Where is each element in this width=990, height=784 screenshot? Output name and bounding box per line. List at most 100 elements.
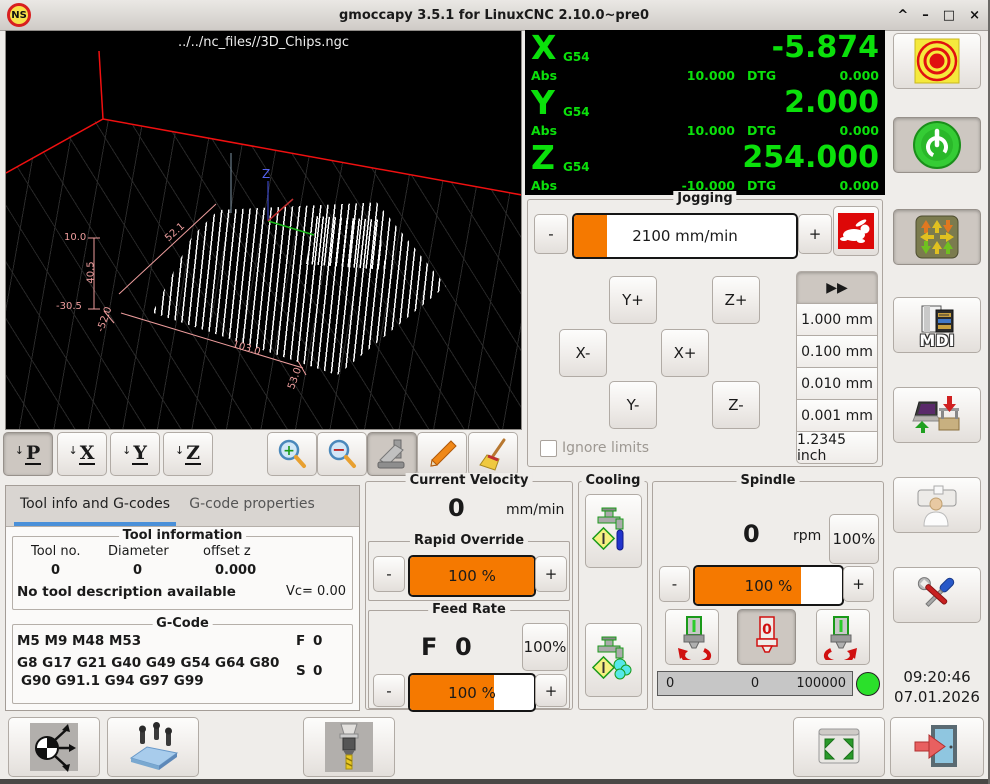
pencil-icon bbox=[424, 436, 460, 472]
velocity-unit: mm/min bbox=[506, 502, 564, 518]
tool-description: No tool description available bbox=[17, 584, 236, 600]
edit-gcode-button[interactable] bbox=[417, 432, 467, 476]
view-y-button[interactable]: ↓ Y bbox=[110, 432, 160, 476]
info-notebook: Tool info and G-codes G-code properties … bbox=[5, 485, 360, 711]
minimize-button[interactable]: – bbox=[922, 8, 929, 23]
jog-speed-plus-button[interactable]: + bbox=[798, 214, 832, 254]
jog-y-minus-button[interactable]: Y- bbox=[609, 381, 657, 429]
turbo-jog-button[interactable] bbox=[833, 206, 879, 256]
tool-change-button[interactable] bbox=[303, 717, 395, 777]
spindle-ccw-button[interactable] bbox=[665, 609, 719, 665]
auto-mode-button[interactable] bbox=[893, 387, 981, 443]
val-offset-z: 0.000 bbox=[215, 563, 256, 578]
view-z-button[interactable]: ↓ Z bbox=[163, 432, 213, 476]
fullscreen-button[interactable] bbox=[793, 717, 885, 777]
rapid-override-value: 100 % bbox=[410, 557, 534, 595]
dim-z-top: 10.0 bbox=[64, 232, 86, 243]
emergency-stop-icon bbox=[913, 37, 961, 85]
dro-panel[interactable]: X G54 -5.874 Abs 10.000 DTG 0.000 Y G54 … bbox=[525, 30, 885, 195]
f-word-value: 0 bbox=[313, 633, 322, 649]
ignore-limits-label: Ignore limits bbox=[562, 440, 649, 456]
close-button[interactable]: × bbox=[969, 8, 980, 23]
feed-f-label: F bbox=[421, 633, 437, 661]
rabbit-icon bbox=[837, 212, 875, 250]
zoom-in-button[interactable]: + bbox=[267, 432, 317, 476]
tab-gcode-properties[interactable]: G-code properties bbox=[184, 486, 320, 522]
gmoccapy-window: NS gmoccapy 3.5.1 for LinuxCNC 2.10.0~pr… bbox=[0, 0, 990, 784]
dtg-value-x: 0.000 bbox=[839, 68, 879, 83]
jog-x-minus-button[interactable]: X- bbox=[559, 329, 607, 377]
jog-increment-continuous-button[interactable]: ▶▶ bbox=[796, 271, 878, 304]
jog-increment-001mm-button[interactable]: 0.010 mm bbox=[796, 367, 878, 400]
dim-z-bottom: -30.5 bbox=[56, 301, 82, 312]
spindle-stop-button[interactable]: 0 bbox=[737, 609, 796, 665]
jog-speed-minus-button[interactable]: - bbox=[534, 214, 568, 254]
machine-on-button[interactable] bbox=[893, 117, 981, 173]
tab-tool-info[interactable]: Tool info and G-codes bbox=[14, 486, 176, 526]
clear-plot-button[interactable] bbox=[468, 432, 518, 476]
tools-icon bbox=[910, 571, 964, 619]
maximize-button[interactable]: □ bbox=[943, 8, 955, 23]
jog-increment-inch-button[interactable]: 1.2345 inch bbox=[796, 431, 878, 464]
jog-x-plus-button[interactable]: X+ bbox=[661, 329, 709, 377]
spindle-override-slider[interactable]: 100 % bbox=[693, 565, 844, 606]
jog-y-plus-button[interactable]: Y+ bbox=[609, 276, 657, 324]
mist-coolant-button[interactable] bbox=[585, 623, 642, 697]
spindle-plus-button[interactable]: + bbox=[843, 566, 874, 602]
coord-system: G54 bbox=[563, 105, 590, 119]
view-x-button[interactable]: ↓ X bbox=[57, 432, 107, 476]
jog-z-plus-button[interactable]: Z+ bbox=[712, 276, 760, 324]
shade-window-button[interactable]: ^ bbox=[897, 8, 908, 23]
rapid-override-slider[interactable]: 100 % bbox=[408, 555, 536, 597]
show-dimensions-button[interactable] bbox=[367, 432, 417, 476]
gremlin-preview[interactable]: 10.0 40.5 -30.5 -52.0 103.0 53.0 52.1 Z … bbox=[5, 30, 522, 430]
spindle-frame: Spindle 0 rpm 100% - 100 % + 0 bbox=[652, 481, 884, 710]
jog-increment-1mm-button[interactable]: 1.000 mm bbox=[796, 303, 878, 336]
letter-y: Y bbox=[132, 443, 148, 465]
feed-minus-button[interactable]: - bbox=[373, 674, 405, 707]
dro-axis-x: X G54 -5.874 Abs 10.000 DTG 0.000 bbox=[525, 30, 885, 85]
letter-p: P bbox=[25, 443, 41, 465]
zoom-out-button[interactable]: − bbox=[317, 432, 367, 476]
jog-z-minus-button[interactable]: Z- bbox=[712, 381, 760, 429]
touchplate-button[interactable] bbox=[107, 717, 199, 777]
spindle-override-value: 100 % bbox=[695, 567, 842, 604]
jog-increment-01mm-button[interactable]: 0.100 mm bbox=[796, 335, 878, 368]
spindle-reset-button[interactable]: 100% bbox=[829, 514, 879, 564]
dtg-value-y: 0.000 bbox=[839, 123, 879, 138]
jog-arrows-icon bbox=[914, 214, 960, 260]
touch-off-button[interactable] bbox=[8, 717, 100, 777]
rapid-minus-button[interactable]: - bbox=[373, 556, 405, 592]
rapid-plus-button[interactable]: + bbox=[535, 556, 567, 592]
flood-icon bbox=[592, 505, 636, 557]
feed-override-slider[interactable]: 100 % bbox=[408, 673, 536, 712]
spindle-minus-button[interactable]: - bbox=[659, 566, 690, 602]
ignore-limits-checkbox[interactable] bbox=[540, 440, 557, 457]
cooling-frame: Cooling bbox=[578, 481, 648, 710]
mdi-mode-button[interactable]: MDI bbox=[893, 297, 981, 353]
tool-information-frame: Tool information Tool no. Diameter offse… bbox=[12, 536, 353, 610]
exit-button[interactable] bbox=[890, 717, 984, 777]
user-tabs-button[interactable] bbox=[893, 477, 981, 533]
feed-f-value: 0 bbox=[455, 633, 472, 661]
spindle-range-min: 0 bbox=[666, 676, 674, 691]
clock-date: 07.01.2026 bbox=[889, 688, 985, 706]
jog-increment-0001mm-button[interactable]: 0.001 mm bbox=[796, 399, 878, 432]
feed-override-value: 100 % bbox=[410, 675, 534, 710]
view-perspective-button[interactable]: ↓ P bbox=[3, 432, 53, 476]
coord-system: G54 bbox=[563, 160, 590, 174]
manual-mode-button[interactable] bbox=[893, 209, 981, 265]
s-word-label: S bbox=[296, 663, 306, 679]
feed-plus-button[interactable]: + bbox=[535, 674, 567, 707]
window-title: gmoccapy 3.5.1 for LinuxCNC 2.10.0~pre0 bbox=[0, 8, 988, 23]
spindle-cw-button[interactable] bbox=[816, 609, 870, 665]
settings-button[interactable] bbox=[893, 567, 981, 623]
mist-icon bbox=[592, 634, 636, 686]
feed-reset-button[interactable]: 100% bbox=[522, 623, 568, 671]
estop-button[interactable] bbox=[893, 33, 981, 89]
active-m-codes: M5 M9 M48 M53 bbox=[17, 633, 141, 649]
jog-speed-slider[interactable]: 2100 mm/min bbox=[572, 213, 798, 259]
broom-icon bbox=[475, 436, 511, 472]
vc-value: Vc= 0.00 bbox=[286, 584, 346, 599]
flood-coolant-button[interactable] bbox=[585, 494, 642, 568]
